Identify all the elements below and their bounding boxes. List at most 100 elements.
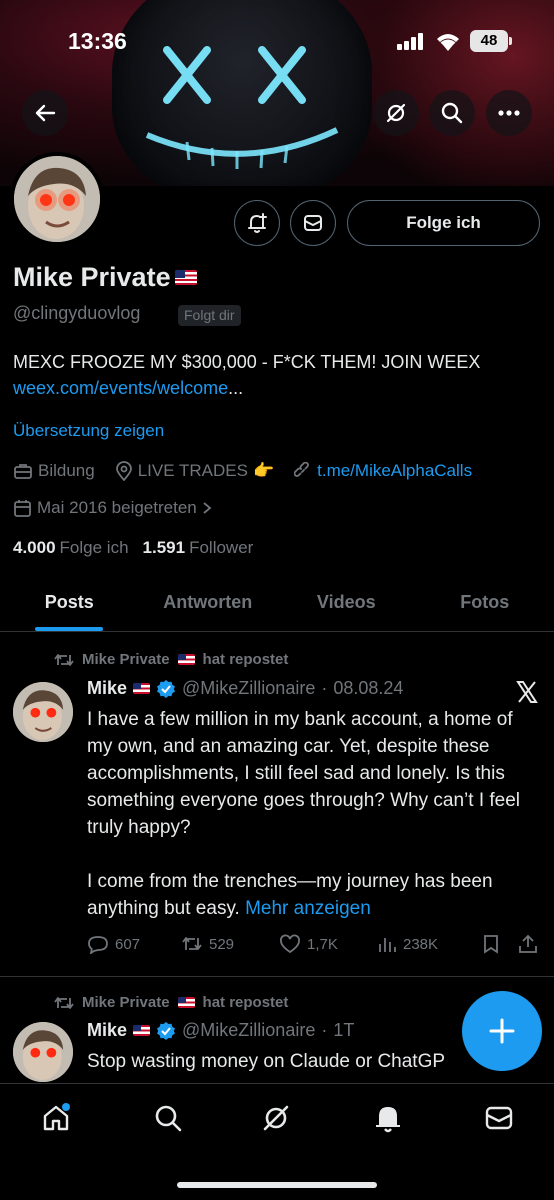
repost-indicator[interactable]: Mike Private hat repostet (54, 994, 288, 1011)
post-author-handle[interactable]: @MikeZillionaire (182, 678, 315, 699)
post-author-handle[interactable]: @MikeZillionaire (182, 1020, 315, 1041)
grok-button[interactable] (373, 90, 419, 136)
more-options-button[interactable] (486, 90, 532, 136)
profile-avatar[interactable] (10, 152, 104, 246)
post-header: Mike @MikeZillionaire · 08.08.24 (87, 678, 403, 699)
envelope-icon (304, 215, 322, 231)
post-paragraph-1: Stop wasting money on Claude or ChatGP (87, 1051, 446, 1072)
nav-home[interactable] (38, 1100, 74, 1136)
post-text[interactable]: Stop wasting money on Claude or ChatGP (87, 1048, 487, 1075)
wifi-icon (434, 30, 462, 52)
joined-row[interactable]: Mai 2016 beigetreten (13, 498, 232, 518)
joined-item[interactable]: Mai 2016 beigetreten (13, 498, 212, 518)
repost-icon (54, 996, 74, 1009)
post-paragraph-1: I have a few million in my bank account,… (87, 709, 521, 838)
status-bar: 13:36 48 (0, 0, 554, 80)
bio-link[interactable]: weex.com/events/welcome (13, 378, 228, 398)
repost-by: Mike Private (82, 651, 170, 668)
envelope-icon (485, 1106, 513, 1130)
post-author-avatar[interactable] (13, 682, 73, 742)
status-time: 13:36 (68, 28, 127, 54)
website-link[interactable]: t.me/MikeAlphaCalls (317, 461, 472, 481)
tab-posts[interactable]: Posts (0, 580, 139, 631)
tab-videos[interactable]: Videos (277, 580, 416, 631)
post-actions: 607 529 1,7K 238K (87, 929, 542, 959)
bio-ellipsis: ... (228, 378, 244, 398)
repost-suffix: hat repostet (202, 994, 289, 1011)
reply-button[interactable]: 607 (87, 934, 181, 954)
post-header: Mike @MikeZillionaire · 1T (87, 1020, 354, 1041)
search-icon (155, 1105, 182, 1132)
cellular-signal-icon (397, 32, 425, 50)
show-more-link[interactable]: Mehr anzeigen (245, 898, 371, 919)
bookmark-button[interactable] (482, 934, 518, 954)
following-button[interactable]: Folge ich (347, 200, 540, 246)
chevron-right-icon (203, 502, 212, 514)
notifications-subscribe-button[interactable] (234, 200, 280, 246)
message-button[interactable] (290, 200, 336, 246)
followers-label: Follower (189, 538, 254, 557)
avatar-face-image (13, 682, 73, 742)
share-button[interactable] (518, 934, 542, 954)
search-button[interactable] (429, 90, 475, 136)
following-count: 4.000 (13, 538, 56, 557)
grok-icon (263, 1105, 289, 1131)
repost-indicator[interactable]: Mike Private hat repostet (54, 651, 288, 668)
repost-suffix: hat repostet (202, 651, 289, 668)
post-author-name[interactable]: Mike (87, 678, 127, 699)
profile-meta-row: Bildung LIVE TRADES 👉 t.me/MikeAlphaCalls (13, 461, 492, 481)
like-button[interactable]: 1,7K (279, 934, 377, 954)
following-label: Folge ich (59, 538, 129, 557)
plus-icon (489, 1018, 515, 1044)
location-pin-icon (115, 461, 132, 481)
nav-messages[interactable] (481, 1100, 517, 1136)
arrow-left-icon (35, 104, 56, 122)
more-horizontal-icon (498, 110, 520, 116)
nav-grok[interactable] (258, 1100, 294, 1136)
profile-name: Mike Private (13, 262, 171, 292)
bell-plus-icon (248, 213, 267, 233)
reply-count: 607 (115, 935, 141, 953)
views-button[interactable]: 238K (377, 934, 482, 954)
post-paragraph-2: I come from the trenches—my journey has … (87, 868, 542, 922)
search-icon (441, 102, 463, 124)
heart-icon (280, 934, 300, 954)
show-translation-link[interactable]: Übersetzung zeigen (13, 421, 164, 441)
link-icon (294, 462, 309, 477)
us-flag-icon (174, 270, 197, 285)
pointing-hand-emoji: 👉 (252, 461, 275, 480)
repost-icon (182, 937, 202, 950)
avatar-face-image (14, 156, 100, 242)
profile-tabs: Posts Antworten Videos Fotos (0, 580, 554, 632)
bell-icon (376, 1107, 400, 1133)
home-indicator[interactable] (177, 1182, 377, 1188)
bar-chart-icon (379, 938, 396, 952)
post-author-name[interactable]: Mike (87, 1020, 127, 1041)
like-count: 1,7K (307, 935, 338, 953)
back-button[interactable] (22, 90, 68, 136)
post-date[interactable]: 08.08.24 (333, 678, 403, 699)
post-separator: · (321, 1020, 328, 1040)
repost-by: Mike Private (82, 994, 170, 1011)
tab-photos[interactable]: Fotos (416, 580, 554, 631)
post-text[interactable]: I have a few million in my bank account,… (87, 706, 542, 922)
website-item[interactable]: t.me/MikeAlphaCalls (294, 461, 472, 481)
verified-badge-icon (157, 1021, 176, 1040)
avatar-face-image (13, 1022, 73, 1082)
repost-button[interactable]: 529 (181, 935, 279, 953)
reply-icon (88, 936, 108, 954)
nav-notifications[interactable] (370, 1100, 406, 1136)
follow-counts: 4.000 Folge ich 1.591 Follower (13, 538, 253, 558)
followers-count-link[interactable]: 1.591 Follower (143, 538, 254, 558)
nav-explore[interactable] (150, 1100, 186, 1136)
profile-bio: MEXC FROOZE MY $300,000 - F*CK THEM! JOI… (13, 349, 513, 401)
post-date[interactable]: 1T (333, 1020, 354, 1041)
post-author-avatar[interactable] (13, 1022, 73, 1082)
us-flag-icon (177, 997, 195, 1008)
verified-badge-icon (157, 679, 176, 698)
location-item: LIVE TRADES 👉 (115, 461, 274, 481)
compose-post-button[interactable] (462, 991, 542, 1071)
tab-replies[interactable]: Antworten (139, 580, 278, 631)
following-count-link[interactable]: 4.000 Folge ich (13, 538, 129, 558)
bio-text: MEXC FROOZE MY $300,000 - F*CK THEM! JOI… (13, 352, 481, 372)
